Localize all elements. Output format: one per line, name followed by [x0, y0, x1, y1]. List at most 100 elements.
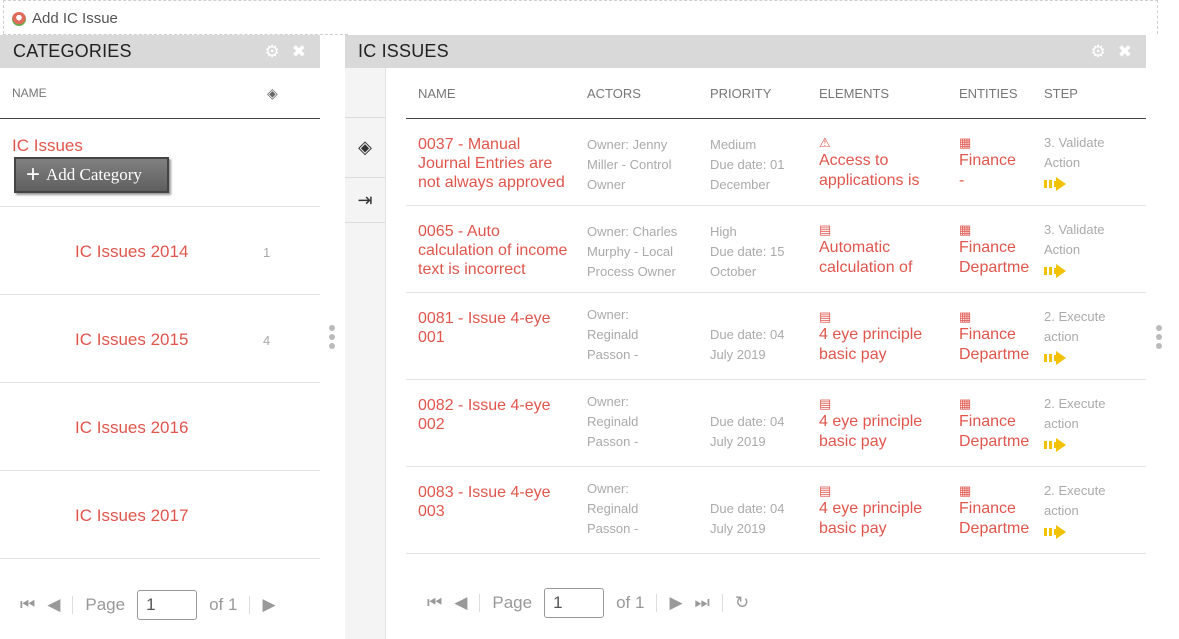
cell-line: 2. Execute	[1044, 396, 1106, 411]
issue-id-icon[interactable]: ◈	[345, 118, 385, 178]
step-arrow-icon[interactable]	[1044, 438, 1066, 452]
issue-entity-link[interactable]: ▦ Finance Departme	[959, 293, 1044, 365]
table-body: 0037 - Manual Journal Entries are not alwa…	[406, 119, 1146, 554]
next-page-icon[interactable]: ▶	[262, 595, 275, 615]
issue-name-link[interactable]: 0082 - Issue 4-eye 002	[406, 380, 587, 434]
category-row[interactable]: IC Issues 2015 4	[0, 295, 320, 383]
cell-line: basic pay	[819, 520, 887, 537]
issue-element-link[interactable]: ▤ 4 eye principle basic pay	[819, 293, 959, 365]
last-page-icon[interactable]: ⏭	[695, 593, 710, 613]
ic-issues-panel-header: IC ISSUES ⚙ ✖	[345, 35, 1146, 68]
category-link[interactable]: IC Issues 2015	[75, 330, 188, 350]
page-input[interactable]	[544, 588, 605, 618]
cell-line: 4 eye principle	[819, 500, 923, 517]
table-row[interactable]: 0037 - Manual Journal Entries are not alwa…	[406, 119, 1146, 206]
gear-icon[interactable]: ⚙	[265, 42, 280, 62]
issue-step: 3. Validate Action	[1044, 206, 1144, 278]
category-link[interactable]: IC Issues 2014	[75, 242, 188, 262]
first-page-icon[interactable]: ⏮	[20, 595, 35, 615]
export-icon[interactable]: ⇥	[345, 178, 385, 223]
issue-name-link[interactable]: 0083 - Issue 4-eye 003	[406, 467, 587, 521]
cell-line: 003	[418, 503, 445, 520]
column-header-elements[interactable]: ELEMENTS	[819, 86, 959, 101]
building-icon: ▦	[959, 396, 972, 411]
category-link[interactable]: IC Issues 2016	[75, 418, 188, 438]
close-icon[interactable]: ✖	[1118, 42, 1132, 62]
issue-element-link[interactable]: ▤ 4 eye principle basic pay	[819, 380, 959, 452]
first-page-icon[interactable]: ⏮	[427, 593, 442, 613]
add-category-button[interactable]: + Add Category	[14, 157, 169, 193]
issue-name-link[interactable]: 0037 - Manual Journal Entries are not alwa…	[406, 119, 587, 192]
cell-line: Due date: 04	[710, 501, 785, 516]
column-header-priority[interactable]: PRIORITY	[710, 86, 819, 101]
step-arrow-icon[interactable]	[1044, 177, 1066, 191]
column-header-entities[interactable]: ENTITIES	[959, 86, 1044, 101]
cell-line: Process Owner	[587, 264, 676, 279]
table-row[interactable]: 0081 - Issue 4-eye 001 Owner: Reginald Passo…	[406, 293, 1146, 380]
prev-page-icon[interactable]: ◀	[47, 595, 60, 615]
cell-line: Finance	[959, 239, 1016, 256]
cell-line: Reginald	[587, 414, 639, 429]
cell-line: action	[1044, 503, 1079, 518]
step-arrow-icon[interactable]	[1044, 351, 1066, 365]
issue-entity-link[interactable]: ▦ Finance Departme	[959, 380, 1044, 452]
cell-line: 3. Validate	[1044, 135, 1105, 150]
close-icon[interactable]: ✖	[292, 42, 306, 62]
cell-line	[710, 479, 819, 499]
issue-entity-link[interactable]: ▦ Finance Departme	[959, 206, 1044, 278]
column-header-name[interactable]: NAME	[406, 86, 587, 101]
issue-name-link[interactable]: 0065 - Auto calculation of income text is …	[406, 206, 587, 279]
category-count: 1	[263, 245, 271, 260]
cell-line: Departme	[959, 433, 1030, 450]
category-row[interactable]: IC Issues 2016	[0, 383, 320, 471]
category-root-row[interactable]: IC Issues + Add Category	[0, 119, 320, 207]
page-input[interactable]	[137, 590, 198, 620]
cell-line	[710, 392, 819, 412]
cell-line	[710, 305, 819, 325]
cell-line: action	[1044, 329, 1079, 344]
cell-line: 0083 - Issue 4-eye	[418, 484, 551, 501]
table-row[interactable]: 0065 - Auto calculation of income text is …	[406, 206, 1146, 293]
cell-line: basic pay	[819, 346, 887, 363]
category-root-link[interactable]: IC Issues	[12, 136, 83, 156]
issue-element-link[interactable]: ⚠ Access to applications is	[819, 119, 959, 191]
issue-actors: Owner: Reginald Passon -	[587, 293, 710, 365]
issue-element-link[interactable]: ▤ Automatic calculation of	[819, 206, 959, 278]
cell-line: Action	[1044, 242, 1081, 257]
splitter-handle[interactable]	[1156, 325, 1162, 349]
cell-line: applications is	[819, 172, 920, 189]
splitter-handle[interactable]	[329, 325, 335, 349]
gear-icon[interactable]: ⚙	[1091, 42, 1106, 62]
issue-element-link[interactable]: ▤ 4 eye principle basic pay	[819, 467, 959, 539]
building-icon: ▦	[959, 309, 972, 324]
cell-line: basic pay	[819, 433, 887, 450]
categories-panel-title: CATEGORIES	[13, 41, 132, 61]
category-row[interactable]: IC Issues 2014 1	[0, 207, 320, 295]
category-link[interactable]: IC Issues 2017	[75, 506, 188, 526]
cell-line: 0082 - Issue 4-eye	[418, 397, 551, 414]
column-header-step[interactable]: STEP	[1044, 86, 1144, 101]
table-row[interactable]: 0083 - Issue 4-eye 003 Owner: Reginald Passo…	[406, 467, 1146, 554]
issue-entity-link[interactable]: ▦ Finance Departme	[959, 467, 1044, 539]
column-header-actors[interactable]: ACTORS	[587, 86, 710, 101]
column-header-name[interactable]: NAME	[0, 86, 267, 100]
issue-name-link[interactable]: 0081 - Issue 4-eye 001	[406, 293, 587, 347]
category-row[interactable]: IC Issues 2017	[0, 471, 320, 559]
cell-line: Due date: 04	[710, 327, 785, 342]
cell-line: calculation of income	[418, 242, 568, 259]
table-header: NAME ACTORS PRIORITY ELEMENTS ENTITIES S…	[406, 68, 1146, 119]
issue-entity-link[interactable]: ▦ Finance -	[959, 119, 1044, 191]
cell-line: Departme	[959, 520, 1030, 537]
issue-step: 2. Execute action	[1044, 467, 1144, 539]
table-row[interactable]: 0082 - Issue 4-eye 002 Owner: Reginald Passo…	[406, 380, 1146, 467]
refresh-icon[interactable]: ↻	[735, 593, 749, 613]
cell-line: Departme	[959, 259, 1030, 276]
add-ic-issue-button[interactable]: Add IC Issue	[12, 10, 118, 27]
prev-page-icon[interactable]: ◀	[454, 593, 467, 613]
step-arrow-icon[interactable]	[1044, 525, 1066, 539]
cell-line: 4 eye principle	[819, 413, 923, 430]
ic-issues-body: ◈ ⇥ NAME ACTORS PRIORITY ELEMENTS ENTITI…	[345, 68, 1146, 639]
next-page-icon[interactable]: ▶	[669, 593, 682, 613]
step-arrow-icon[interactable]	[1044, 264, 1066, 278]
book-icon: ▤	[819, 483, 832, 498]
